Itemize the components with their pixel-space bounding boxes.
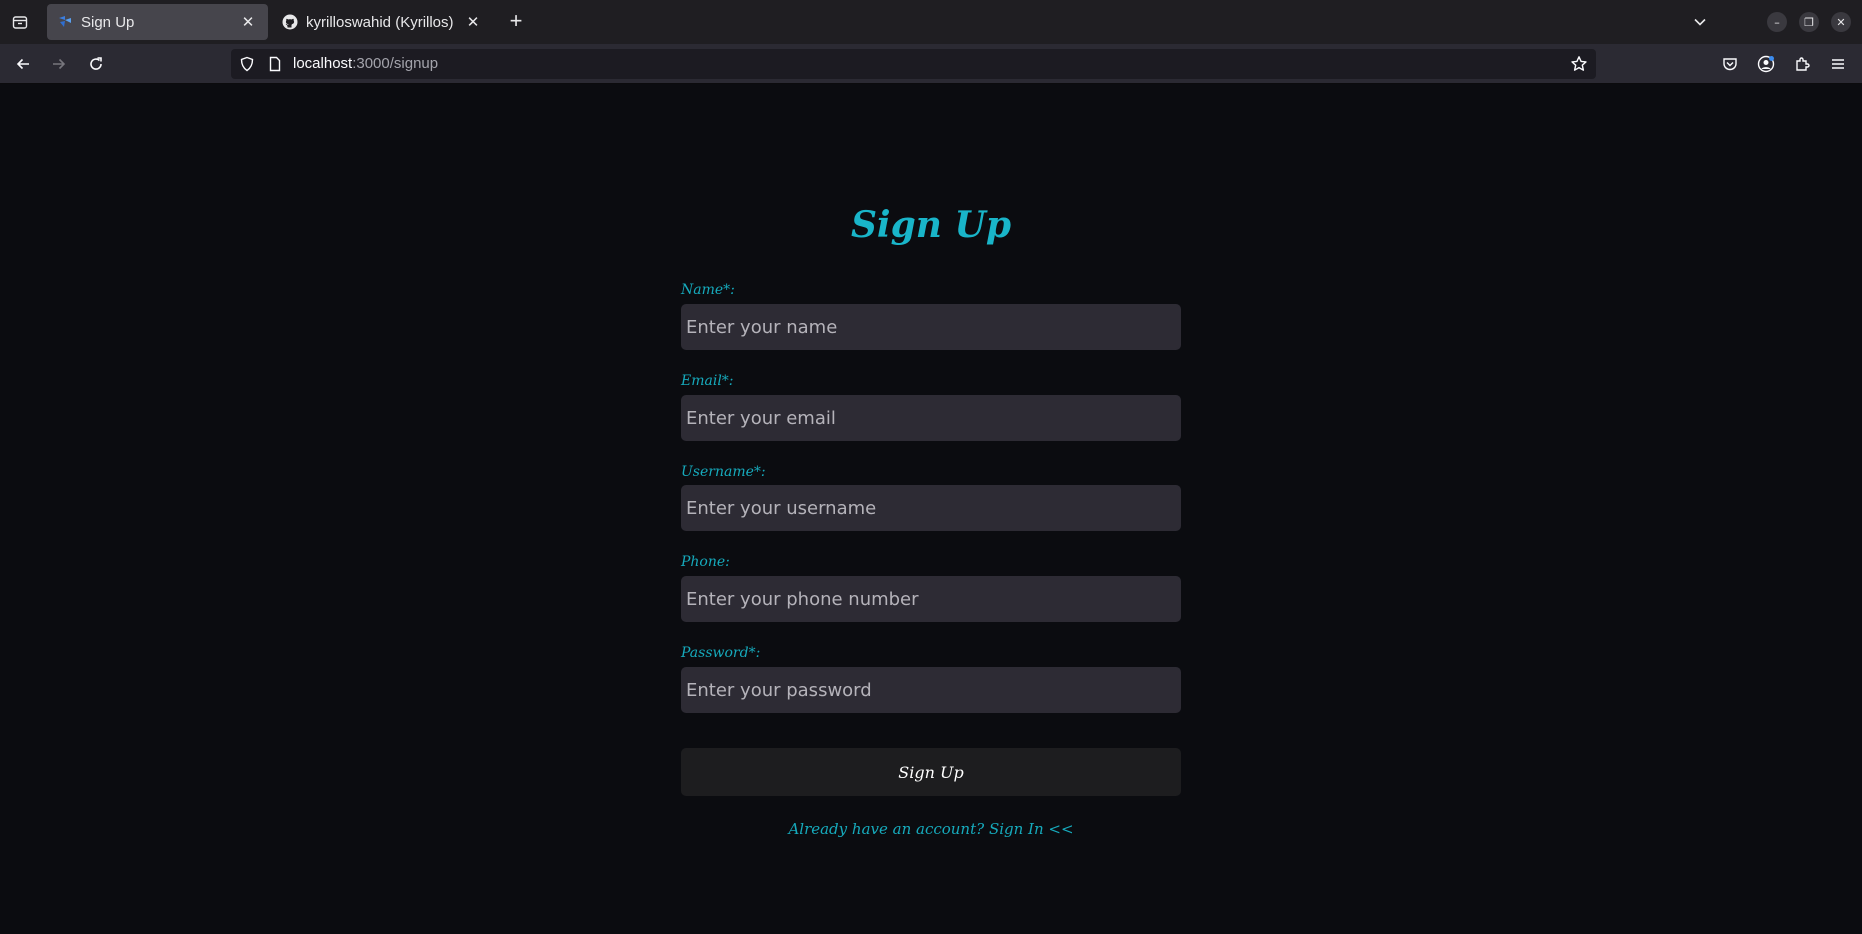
phone-input[interactable] — [681, 576, 1181, 622]
username-input[interactable] — [681, 485, 1181, 531]
page-title: Sign Up — [850, 204, 1012, 246]
tab-github[interactable]: kyrilloswahid (Kyrillos) ✕ — [272, 4, 493, 40]
password-input[interactable] — [681, 667, 1181, 713]
password-label: Password*: — [681, 645, 761, 661]
email-input[interactable] — [681, 395, 1181, 441]
email-label: Email*: — [681, 373, 734, 389]
navigation-bar: localhost:3000/signup — [0, 44, 1862, 84]
reload-icon[interactable] — [84, 52, 108, 76]
username-label: Username*: — [681, 464, 766, 480]
github-icon — [282, 14, 298, 30]
close-window-button[interactable]: ✕ — [1831, 12, 1851, 32]
app-favicon-icon — [57, 14, 73, 30]
name-input[interactable] — [681, 304, 1181, 350]
sign-in-prompt-text: Already have an account? — [788, 820, 989, 838]
shield-icon[interactable] — [239, 56, 255, 76]
extensions-icon[interactable] — [1790, 52, 1814, 76]
url-path: :3000/signup — [352, 55, 439, 72]
page-content: Sign Up Name*: Email*: Username*: Phone:… — [0, 84, 1862, 934]
menu-hamburger-icon[interactable] — [1826, 52, 1850, 76]
restore-button[interactable]: ❐ — [1799, 12, 1819, 32]
close-tab-icon[interactable]: ✕ — [238, 12, 258, 32]
sign-in-prompt: Already have an account? Sign In << — [0, 820, 1862, 838]
address-bar[interactable]: localhost:3000/signup — [231, 49, 1596, 79]
sign-up-button[interactable]: Sign Up — [681, 748, 1181, 796]
tab-list-icon[interactable] — [8, 10, 32, 34]
tab-signup[interactable]: Sign Up ✕ — [47, 4, 268, 40]
url-host: localhost — [293, 55, 353, 72]
name-label: Name*: — [681, 282, 735, 298]
sign-in-link[interactable]: Sign In << — [989, 820, 1074, 838]
close-tab-icon[interactable]: ✕ — [463, 12, 483, 32]
new-tab-button[interactable]: + — [504, 10, 528, 34]
chevron-down-icon[interactable] — [1688, 10, 1712, 34]
phone-label: Phone: — [681, 554, 730, 570]
tab-bar: Sign Up ✕ kyrilloswahid (Kyrillos) ✕ + –… — [0, 0, 1862, 44]
pocket-icon[interactable] — [1718, 52, 1742, 76]
bookmark-star-icon[interactable] — [1570, 55, 1588, 77]
back-arrow-icon[interactable] — [11, 52, 35, 76]
page-info-icon[interactable] — [267, 56, 283, 76]
url-text[interactable]: localhost:3000/signup — [293, 55, 438, 72]
tab-title: Sign Up — [81, 13, 135, 31]
forward-arrow-icon[interactable] — [47, 52, 71, 76]
account-icon[interactable] — [1754, 52, 1778, 76]
tab-title: kyrilloswahid (Kyrillos) — [306, 13, 454, 31]
minimize-button[interactable]: – — [1767, 12, 1787, 32]
